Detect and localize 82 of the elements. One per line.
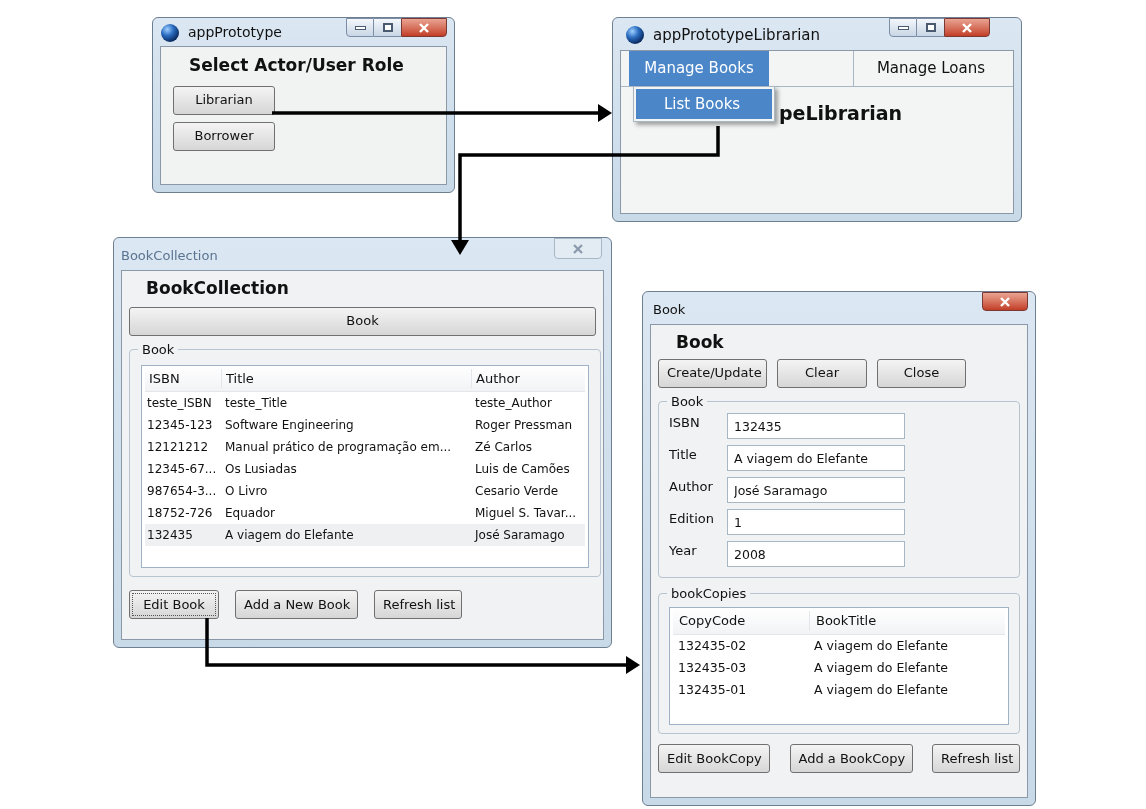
push-button[interactable]: Librarian bbox=[173, 85, 275, 115]
minimize-button[interactable] bbox=[346, 18, 374, 37]
maximize-button[interactable] bbox=[917, 18, 944, 37]
table-cell-text: 132435-03 bbox=[677, 658, 748, 677]
close-button[interactable] bbox=[401, 18, 447, 37]
field-label: Title bbox=[669, 446, 698, 464]
table-cell-text: 132435-02 bbox=[677, 636, 748, 655]
close-icon bbox=[572, 243, 584, 254]
push-button[interactable]: Add a New Book bbox=[235, 590, 358, 619]
table-cell-text: Manual prático de programação em... bbox=[224, 439, 453, 456]
column-header[interactable]: BookTitle bbox=[809, 611, 999, 631]
window-title: BookCollection bbox=[121, 247, 218, 265]
push-button[interactable]: Edit BookCopy bbox=[658, 744, 770, 773]
text-field[interactable]: 2008 bbox=[727, 541, 905, 567]
group-label: Book bbox=[670, 392, 705, 411]
close-icon bbox=[418, 22, 430, 33]
window-title: appPrototype bbox=[188, 23, 282, 42]
push-button[interactable]: Borrower bbox=[173, 121, 275, 151]
push-button[interactable]: Edit Book bbox=[129, 590, 219, 619]
menu-item[interactable]: Manage Books bbox=[629, 51, 769, 86]
table-cell-text: 18752-726 bbox=[146, 505, 214, 522]
push-button[interactable]: Create/Update bbox=[658, 358, 767, 388]
column-header[interactable]: CopyCode bbox=[673, 611, 809, 631]
table-cell-text: Luis de Camões bbox=[474, 461, 571, 478]
window-title: appPrototypeLibrarian bbox=[653, 25, 821, 46]
window-title: Book bbox=[652, 301, 686, 319]
window-heading: Book bbox=[676, 331, 725, 354]
maximize-button[interactable] bbox=[374, 18, 401, 37]
table-cell-text: José Saramago bbox=[473, 527, 566, 544]
table-cell-text: 12345-67... bbox=[146, 461, 218, 478]
table-cell-text: 12345-123 bbox=[146, 417, 214, 434]
close-icon bbox=[999, 296, 1011, 307]
menu-item[interactable]: Manage Loans bbox=[853, 51, 1008, 86]
table-cell-text: 132435 bbox=[146, 527, 194, 544]
dropdown-item[interactable]: List Books bbox=[636, 89, 772, 119]
group-label: bookCopies bbox=[670, 584, 748, 603]
field-label: ISBN bbox=[669, 414, 701, 432]
close-button[interactable] bbox=[944, 18, 990, 37]
window-heading: BookCollection bbox=[146, 277, 290, 300]
table-cell-text: Cesario Verde bbox=[474, 483, 560, 500]
table-cell-text: teste_Title bbox=[224, 395, 289, 412]
table-row[interactable]: 132435 A viagem do Elefante José Saramago bbox=[145, 524, 585, 546]
field-label: Year bbox=[669, 542, 698, 560]
close-icon bbox=[961, 22, 973, 33]
push-button[interactable]: Clear bbox=[777, 358, 867, 388]
table-cell-text: A viagem do Elefante bbox=[813, 636, 950, 655]
push-button[interactable]: Book bbox=[129, 306, 596, 336]
table-cell-text: A viagem do Elefante bbox=[813, 658, 950, 677]
table-cell-text: A viagem do Elefante bbox=[224, 527, 355, 544]
group-label: Book bbox=[141, 340, 176, 359]
column-header[interactable]: Author bbox=[471, 368, 583, 389]
table-cell-text: A viagem do Elefante bbox=[813, 680, 950, 699]
close-button[interactable] bbox=[982, 292, 1028, 311]
table-cell-text: Miguel S. Tavar... bbox=[474, 505, 578, 522]
table-cell-text: 132435-01 bbox=[677, 680, 748, 699]
table-cell-text: O Livro bbox=[224, 483, 269, 500]
push-button[interactable]: Close bbox=[877, 358, 966, 388]
globe-icon bbox=[625, 25, 645, 46]
minimize-button[interactable] bbox=[889, 18, 917, 37]
table-cell-text: Equador bbox=[224, 505, 277, 522]
table-cell-text: teste_Author bbox=[474, 395, 553, 412]
text-field[interactable]: A viagem do Elefante bbox=[727, 445, 905, 471]
window-heading: peLibrarian bbox=[779, 101, 903, 126]
text-field[interactable]: José Saramago bbox=[727, 477, 905, 503]
column-header[interactable]: ISBN bbox=[145, 368, 221, 389]
push-button[interactable]: Refresh list bbox=[932, 744, 1020, 773]
text-field[interactable]: 1 bbox=[727, 509, 905, 535]
field-label: Author bbox=[669, 478, 714, 496]
table-cell-text: teste_ISBN bbox=[146, 395, 213, 412]
table-cell-text: Software Engineering bbox=[224, 417, 355, 434]
table-cell-text: 987654-3... bbox=[146, 483, 218, 500]
table-cell-text: Os Lusiadas bbox=[224, 461, 298, 478]
table-cell-text: 12121212 bbox=[146, 439, 210, 456]
table-cell-text: Roger Pressman bbox=[474, 417, 574, 434]
field-label: Edition bbox=[669, 510, 715, 528]
table-cell-text: Zé Carlos bbox=[474, 439, 533, 456]
role-heading: Select Actor/User Role bbox=[189, 54, 405, 77]
push-button[interactable]: Add a BookCopy bbox=[789, 744, 913, 773]
push-button[interactable]: Refresh list bbox=[374, 590, 462, 619]
column-header[interactable]: Title bbox=[221, 368, 471, 389]
globe-icon bbox=[160, 22, 180, 43]
text-field[interactable]: 132435 bbox=[727, 413, 905, 439]
